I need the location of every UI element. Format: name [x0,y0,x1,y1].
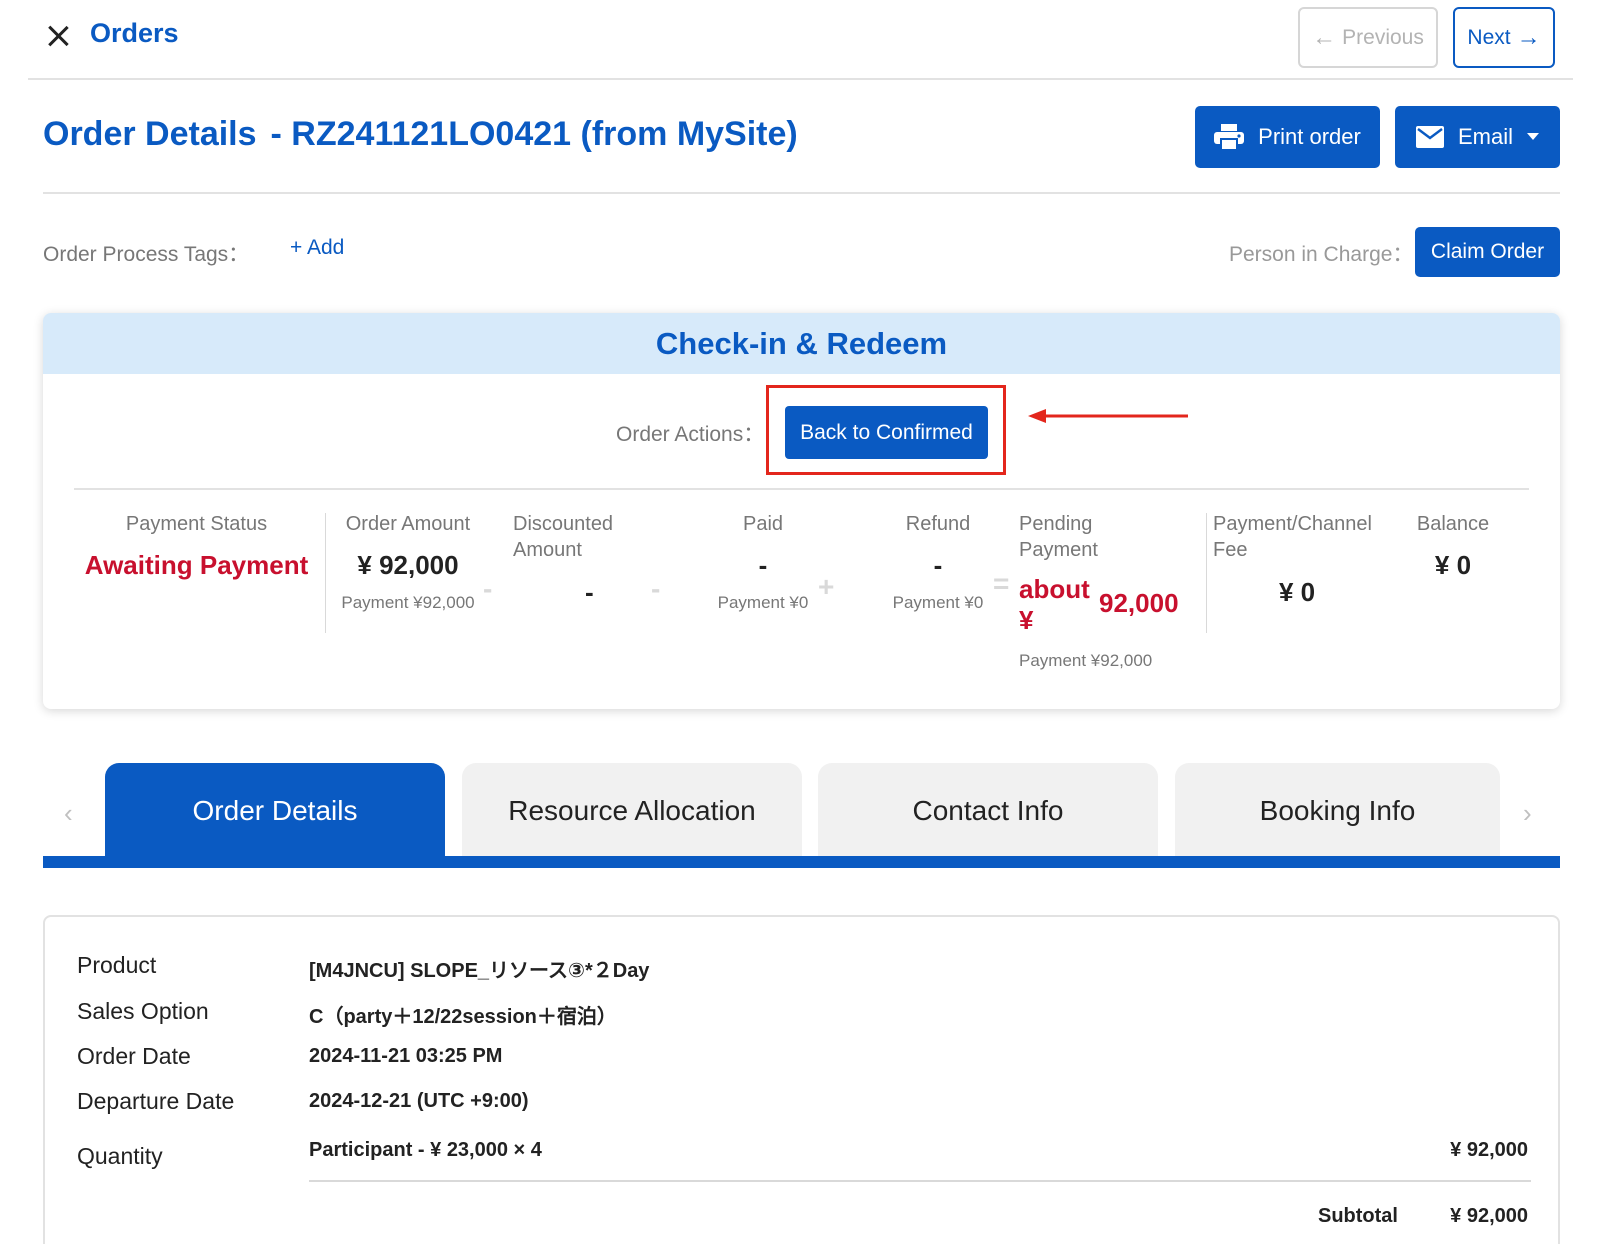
balance-column: Balance ¥ 0 [1403,511,1503,581]
page-title: Order Details - RZ241121LO0421 (from MySi… [43,115,798,154]
print-order-label: Print order [1258,124,1361,149]
payment-status-label: Payment Status [125,513,268,535]
previous-button[interactable]: ← Previous [1298,7,1438,68]
channel-fee-label-line1: Payment/Channel [1213,513,1372,535]
balance-value: ¥ 0 [1434,550,1472,580]
pending-payment-value: 92,000 [1099,588,1179,618]
sales-option-label: Sales Option [77,998,209,1024]
plus-operator: + [818,571,835,602]
discounted-amount-column: Discounted Amount - [513,511,663,608]
paid-label: Paid [742,513,784,535]
arrow-left-icon: ← [1312,23,1337,51]
order-amount-sub: Payment ¥92,000 [341,593,475,612]
next-label: Next [1467,25,1511,49]
tab-scroll-left-icon[interactable]: ‹ [64,798,73,829]
tab-scroll-right-icon[interactable]: › [1523,798,1532,829]
channel-fee-value: ¥ 0 [1279,577,1316,607]
payment-status-column: Payment Status Awaiting Payment [79,511,314,581]
email-label: Email [1457,124,1513,149]
quantity-price: ¥ 92,000 [1450,1139,1528,1161]
order-amount-value: ¥ 92,000 [357,550,459,580]
column-divider [1206,513,1207,633]
payment-status-value: Awaiting Payment [84,550,309,580]
product-value: [M4JNCU] SLOPE_リソース③*２Day [309,960,650,982]
discounted-amount-label-line2: Amount [513,539,582,561]
order-details-panel: Product [M4JNCU] SLOPE_リソース③*２Day Sales … [43,915,1560,1244]
paid-sub: Payment ¥0 [717,593,809,612]
add-tag-link[interactable]: + Add [290,236,344,260]
pending-prefix-about: about [1019,574,1090,604]
refund-label: Refund [905,513,971,535]
top-bar: Orders ← Previous Next → [28,0,1573,80]
refund-column: Refund - Payment ¥0 [868,511,1008,613]
annotation-arrow-icon [1028,409,1188,423]
departure-date-label: Departure Date [77,1088,235,1114]
email-button[interactable]: Email [1395,106,1560,168]
pending-payment-label-line1: Pending [1019,513,1093,535]
balance-label: Balance [1416,513,1490,535]
mail-icon [1415,126,1444,148]
quantity-value: Participant - ¥ 23,000 × 4 [309,1139,542,1161]
subtotal-label: Subtotal [1318,1205,1398,1227]
subtotal-value: ¥ 92,000 [1450,1205,1528,1227]
claim-order-button[interactable]: Claim Order [1415,227,1560,277]
order-reference: - RZ241121LO0421 (from MySite) [270,115,798,153]
channel-fee-column: Payment/Channel Fee ¥ 0 [1213,511,1393,608]
pending-prefix-yen: ¥ [1019,605,1034,635]
print-order-button[interactable]: Print order [1195,106,1380,168]
paid-column: Paid - Payment ¥0 [693,511,833,613]
page-title-text: Order Details [43,115,257,153]
tab-resource-allocation[interactable]: Resource Allocation [462,763,802,858]
order-date-value: 2024-11-21 03:25 PM [309,1045,503,1067]
close-icon[interactable] [44,22,72,50]
tab-underline-bar [43,856,1560,868]
pending-payment-label-line2: Payment [1019,539,1098,561]
quantity-label: Quantity [77,1143,163,1169]
minus-operator: - [651,573,661,604]
back-to-confirmed-button[interactable]: Back to Confirmed [785,406,988,459]
previous-label: Previous [1342,25,1424,49]
card-divider [74,488,1529,490]
discounted-amount-label-line1: Discounted [513,513,614,535]
pending-payment-amount: about ¥ 92,000 [1019,573,1199,637]
breadcrumb-orders[interactable]: Orders [90,18,179,49]
subtotal-divider [309,1180,1531,1182]
column-divider [325,513,326,633]
checkin-redeem-title: Check-in & Redeem [43,313,1560,374]
product-label: Product [77,952,157,978]
order-amount-column: Order Amount ¥ 92,000 Payment ¥92,000 [333,511,483,613]
sales-option-value: C（party＋12/22session＋宿泊） [309,1006,617,1028]
order-process-tags-label: Order Process Tags： [43,243,250,266]
departure-date-value: 2024-12-21 (UTC +9:00) [309,1090,529,1112]
refund-value: - [933,550,943,580]
order-date-label: Order Date [77,1043,191,1069]
channel-fee-label-line2: Fee [1213,539,1248,561]
printer-icon [1214,124,1245,150]
next-button[interactable]: Next → [1453,7,1555,68]
refund-sub: Payment ¥0 [892,593,984,612]
tab-order-details[interactable]: Order Details [105,763,445,858]
equals-operator: = [993,568,1010,599]
arrow-right-icon: → [1516,23,1541,51]
header-divider [43,192,1560,194]
pending-payment-column: Pending Payment about ¥ 92,000 Payment ¥… [1019,511,1199,671]
order-actions-label: Order Actions： [616,423,765,446]
checkin-redeem-card: Check-in & Redeem Order Actions： Back to… [43,313,1560,709]
pending-payment-sub: Payment ¥92,000 [1019,651,1153,670]
minus-operator: - [483,573,493,604]
paid-value: - [758,550,768,580]
tab-booking-info[interactable]: Booking Info [1175,763,1500,858]
order-amount-label: Order Amount [345,513,471,535]
person-in-charge-label: Person in Charge： [1229,243,1414,266]
tab-contact-info[interactable]: Contact Info [818,763,1158,858]
caret-down-icon [1527,133,1539,140]
